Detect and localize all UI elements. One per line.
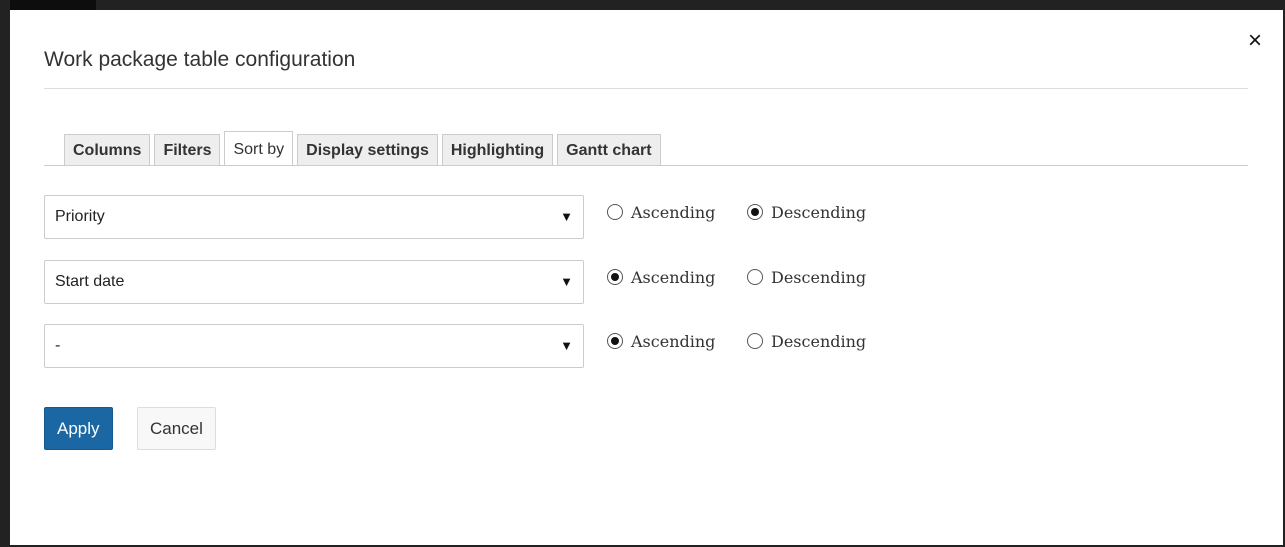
sort-row: Priority ▼ Ascending Descending: [44, 195, 894, 239]
descending-label: Descending: [771, 202, 867, 222]
descending-radio[interactable]: [747, 333, 763, 349]
modal-title: Work package table configuration: [44, 48, 356, 71]
ascending-label: Ascending: [631, 202, 716, 222]
ascending-label: Ascending: [631, 267, 716, 287]
tab-filters[interactable]: Filters: [154, 134, 221, 166]
ascending-label: Ascending: [631, 331, 716, 351]
sort-field-value: -: [55, 337, 61, 354]
window-frame-top-accent: [0, 0, 96, 10]
sort-field-select[interactable]: - ▼: [44, 324, 584, 368]
ascending-radio[interactable]: [607, 204, 623, 220]
caret-down-icon: ▼: [560, 274, 573, 289]
sort-row: - ▼ Ascending Descending: [44, 324, 894, 368]
descending-option[interactable]: Descending: [747, 260, 866, 294]
ascending-option[interactable]: Ascending: [607, 195, 715, 229]
ascending-radio[interactable]: [607, 269, 623, 285]
window-frame-top: [0, 0, 1285, 10]
sort-field-select[interactable]: Priority ▼: [44, 195, 584, 239]
close-icon[interactable]: ×: [1242, 28, 1268, 54]
sort-field-select[interactable]: Start date ▼: [44, 260, 584, 304]
descending-radio[interactable]: [747, 269, 763, 285]
title-divider: [44, 88, 1248, 89]
table-configuration-modal: Work package table configuration × Colum…: [10, 10, 1283, 545]
descending-radio[interactable]: [747, 204, 763, 220]
tab-bar: Columns Filters Sort by Display settings…: [64, 131, 665, 166]
descending-option[interactable]: Descending: [747, 195, 866, 229]
apply-button[interactable]: Apply: [44, 407, 113, 450]
descending-label: Descending: [771, 267, 867, 287]
caret-down-icon: ▼: [560, 209, 573, 224]
tab-highlighting[interactable]: Highlighting: [441, 134, 554, 166]
descending-label: Descending: [771, 331, 867, 351]
caret-down-icon: ▼: [560, 338, 573, 353]
descending-option[interactable]: Descending: [747, 324, 866, 358]
ascending-option[interactable]: Ascending: [607, 324, 715, 358]
tab-columns[interactable]: Columns: [64, 134, 151, 166]
sort-row: Start date ▼ Ascending Descending: [44, 260, 894, 304]
ascending-option[interactable]: Ascending: [607, 260, 715, 294]
cancel-button[interactable]: Cancel: [137, 407, 216, 450]
tab-gantt-chart[interactable]: Gantt chart: [557, 134, 661, 166]
tabs-divider: [44, 165, 1248, 166]
window-frame-left: [0, 0, 10, 547]
tab-sort-by[interactable]: Sort by: [224, 131, 294, 166]
tab-display-settings[interactable]: Display settings: [297, 134, 438, 166]
sort-field-value: Priority: [55, 208, 105, 225]
ascending-radio[interactable]: [607, 333, 623, 349]
sort-field-value: Start date: [55, 273, 125, 290]
